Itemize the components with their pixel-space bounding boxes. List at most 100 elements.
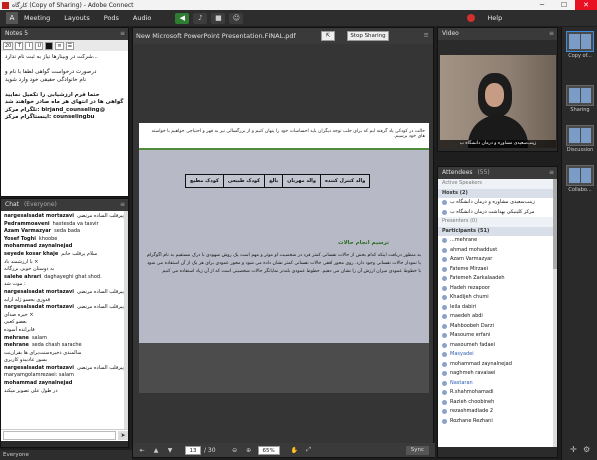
participant-icon bbox=[442, 380, 447, 386]
chat-message: سالمندی ذخیره‌سنت‌برای ها بقران‌نت bbox=[4, 350, 125, 358]
participant-name: rezashmadiade 2 bbox=[450, 408, 494, 414]
chat-message: mehrane seda chash sarache bbox=[4, 342, 125, 350]
add-layout-icon[interactable]: ✛ bbox=[570, 445, 577, 454]
chat-author: nargesalsadat mortazavi bbox=[4, 213, 74, 219]
menu-meeting[interactable]: Meeting bbox=[24, 14, 50, 22]
chat-message: بعضو کعبی bbox=[4, 319, 125, 327]
scrollbar-thumb[interactable] bbox=[553, 179, 557, 269]
slide-paragraph: به منظور دریافت اینکه کدام بخش از حالات … bbox=[147, 253, 421, 274]
zoom-select[interactable]: 65% bbox=[257, 445, 280, 455]
participant-item[interactable]: rezashmadiade 2 bbox=[438, 407, 557, 417]
participant-item[interactable]: Razieh choobineh bbox=[438, 398, 557, 408]
prev-page-icon[interactable]: ▲ bbox=[151, 447, 161, 454]
align-icon[interactable]: ≡ bbox=[55, 41, 64, 50]
hosts-group[interactable]: Hosts (2) bbox=[438, 188, 557, 198]
pod-menu-icon[interactable]: ≡ bbox=[424, 31, 429, 39]
pod-menu-icon[interactable]: ≡ bbox=[549, 167, 554, 179]
window-title: کارگاه (Copy of Sharing) - Adobe Connect bbox=[12, 1, 134, 9]
participant-item[interactable]: Nastaran bbox=[438, 379, 557, 389]
webcam-icon[interactable]: ■ bbox=[211, 12, 226, 24]
participant-item[interactable]: Fateme Mirzaei bbox=[438, 265, 557, 275]
send-icon[interactable]: ➤ bbox=[118, 431, 128, 440]
presenters-group[interactable]: Presenters (0) bbox=[438, 217, 557, 227]
layout-4[interactable]: Collabo... bbox=[566, 165, 594, 193]
layouts-bar: Copy of... Sharing Discussion Collabo... ✛ ⚙ bbox=[561, 27, 597, 460]
participant-item[interactable]: Masyadei bbox=[438, 350, 557, 360]
zoom-out-icon[interactable]: ⊖ bbox=[230, 447, 240, 454]
hand-tool-icon[interactable]: ✋ bbox=[290, 447, 300, 454]
participant-item[interactable]: ahmad mohaddust bbox=[438, 246, 557, 256]
pod-menu-icon[interactable]: ≡ bbox=[120, 199, 125, 211]
font-size-select[interactable]: 20 bbox=[3, 41, 14, 50]
list-icon[interactable]: ☰ bbox=[65, 41, 75, 50]
participant-item[interactable]: maedeh abdi bbox=[438, 312, 557, 322]
host-item[interactable]: زینب‌سعیدی مشاوره و درمان دانشگاه ب bbox=[438, 198, 557, 208]
video-feed[interactable]: زینب‌سعیدی مشاوره و درمان دانشگاه ب bbox=[440, 55, 556, 148]
participant-item[interactable]: mohammad zaynalnejad bbox=[438, 360, 557, 370]
chat-author: mohammad zaynalnejad bbox=[4, 380, 73, 387]
attendee-scrollbar[interactable] bbox=[553, 179, 557, 447]
page-number-input[interactable]: 13 bbox=[185, 445, 201, 455]
chat-message: seyede kosar khaje سلام پرقلب خانم bbox=[4, 251, 125, 259]
participant-item[interactable]: R.shahmohamadi bbox=[438, 388, 557, 398]
italic-icon[interactable]: I bbox=[25, 41, 34, 50]
participant-item[interactable]: Azam Varmazyar bbox=[438, 255, 557, 265]
chat-author: Azam Varmazyar bbox=[4, 228, 52, 235]
chat-text: پیرقلب الساده مرتضی bbox=[77, 213, 124, 219]
first-page-icon[interactable]: ⇤ bbox=[137, 447, 147, 454]
speaker-icon[interactable]: ◀ bbox=[175, 12, 190, 24]
menu-layouts[interactable]: Layouts bbox=[64, 14, 89, 22]
underline-icon[interactable]: U bbox=[35, 41, 44, 50]
share-pod: New Microsoft PowerPoint Presentation.FI… bbox=[132, 27, 435, 458]
sync-button[interactable]: Sync bbox=[405, 445, 429, 455]
participant-item[interactable]: Fatemeh Zarkalaadeh bbox=[438, 274, 557, 284]
participant-item[interactable]: masoumeh fadaei bbox=[438, 341, 557, 351]
menu-pods[interactable]: Pods bbox=[104, 14, 119, 22]
participants-group[interactable]: Participants (51) bbox=[438, 226, 557, 236]
layout-2[interactable]: Sharing bbox=[566, 85, 594, 113]
participant-item[interactable]: Rozhane Rezhani bbox=[438, 417, 557, 427]
microphone-icon[interactable]: ♪ bbox=[193, 12, 208, 24]
menu-audio[interactable]: Audio bbox=[133, 14, 151, 22]
chat-text: maryamgolamrezaei: salam bbox=[4, 372, 74, 379]
menu-help[interactable]: Help bbox=[487, 14, 502, 22]
participant-name: Masoume erfani bbox=[450, 332, 491, 338]
notes-line: گواهی ها در انتهای هر ماه صادر خواهند شد bbox=[5, 99, 124, 105]
notes-body[interactable]: ...شرکت در وبینارها نیاز به ثبت نام ندار… bbox=[1, 51, 128, 196]
stop-sharing-button[interactable]: Stop Sharing bbox=[347, 31, 389, 41]
chat-message: Yosef Toghi khoobe bbox=[4, 236, 125, 244]
share-header: New Microsoft PowerPoint Presentation.FI… bbox=[133, 28, 433, 44]
layout-3[interactable]: Discussion bbox=[566, 125, 594, 153]
active-speakers-group[interactable]: Active Speakers bbox=[438, 179, 557, 189]
pod-menu-icon[interactable]: ≡ bbox=[120, 28, 125, 40]
next-page-icon[interactable]: ▼ bbox=[165, 447, 175, 454]
slide-section-title: ترسیم انجام حالات bbox=[338, 240, 389, 246]
chat-pod: Chat (Everyone) ≡ nargesalsadat mortazav… bbox=[0, 198, 129, 448]
record-icon[interactable] bbox=[467, 14, 476, 22]
fullscreen-icon[interactable]: ⇱ bbox=[321, 31, 335, 41]
color-swatch-icon[interactable] bbox=[45, 41, 54, 50]
chat-audience-selector[interactable]: Everyone bbox=[0, 450, 132, 460]
layout-settings-icon[interactable]: ⚙ bbox=[583, 445, 590, 454]
maximize-icon[interactable]: ☐ bbox=[553, 1, 575, 9]
participant-name: mohammad zaynalnejad bbox=[450, 360, 512, 367]
participant-item[interactable]: Khadijeh chumi bbox=[438, 293, 557, 303]
fit-page-icon[interactable]: ⤢ bbox=[304, 446, 314, 454]
layout-1[interactable]: Copy of... bbox=[566, 31, 594, 59]
participant-item[interactable]: Mahboobeh Darzi bbox=[438, 322, 557, 332]
participant-item[interactable]: Hadeh rezapoor bbox=[438, 284, 557, 294]
status-icon[interactable]: ☺ bbox=[229, 12, 244, 24]
participant-item[interactable]: ...mehrane bbox=[438, 236, 557, 246]
text-size-icon[interactable]: T bbox=[15, 41, 24, 50]
chat-input[interactable] bbox=[3, 431, 116, 440]
zoom-in-icon[interactable]: ⊕ bbox=[244, 447, 254, 454]
chat-scrollbar[interactable] bbox=[124, 211, 128, 429]
participant-item[interactable]: naghmeh ravaiaei bbox=[438, 369, 557, 379]
participant-item[interactable]: leila dabiri bbox=[438, 303, 557, 313]
participant-item[interactable]: Masoume erfani bbox=[438, 331, 557, 341]
pod-menu-icon[interactable]: ≡ bbox=[549, 28, 554, 40]
minimize-icon[interactable]: ─ bbox=[531, 1, 553, 9]
close-icon[interactable]: ✕ bbox=[575, 0, 597, 10]
host-item[interactable]: مرکز کلینیکی بهداشت درمان دانشگاه ب bbox=[438, 208, 557, 218]
participant-name: Rozhane Rezhani bbox=[450, 417, 493, 424]
